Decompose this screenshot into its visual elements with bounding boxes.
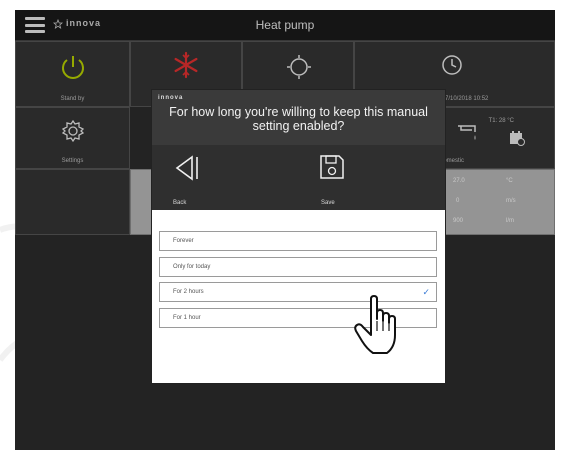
option-forever[interactable]: Forever (159, 231, 437, 251)
dialog-toolbar: Back Save (152, 145, 445, 210)
hand-cursor-icon (354, 295, 396, 354)
save-label: Save (321, 200, 335, 206)
dialog-brand-logo: innova (158, 95, 184, 101)
option-label: Forever (173, 238, 194, 244)
option-label: Only for today (173, 263, 211, 270)
option-label: For 2 hours (173, 289, 204, 295)
checkmark-icon: ✓ (422, 287, 430, 297)
dialog-title: For how long you're willing to keep this… (169, 105, 428, 133)
device-screen: innova Heat pump Stand by 7/10/2018 10:5… (15, 10, 555, 450)
option-only-for-today[interactable]: Only for today (159, 256, 437, 277)
back-button[interactable]: Back (152, 145, 232, 210)
back-arrow-icon (175, 155, 198, 181)
save-button[interactable]: Save (297, 145, 377, 210)
back-label: Back (173, 200, 187, 206)
option-label: For 1 hour (173, 314, 201, 321)
dialog-header: innova For how long you're willing to ke… (152, 90, 445, 145)
floppy-disk-icon (320, 155, 344, 179)
